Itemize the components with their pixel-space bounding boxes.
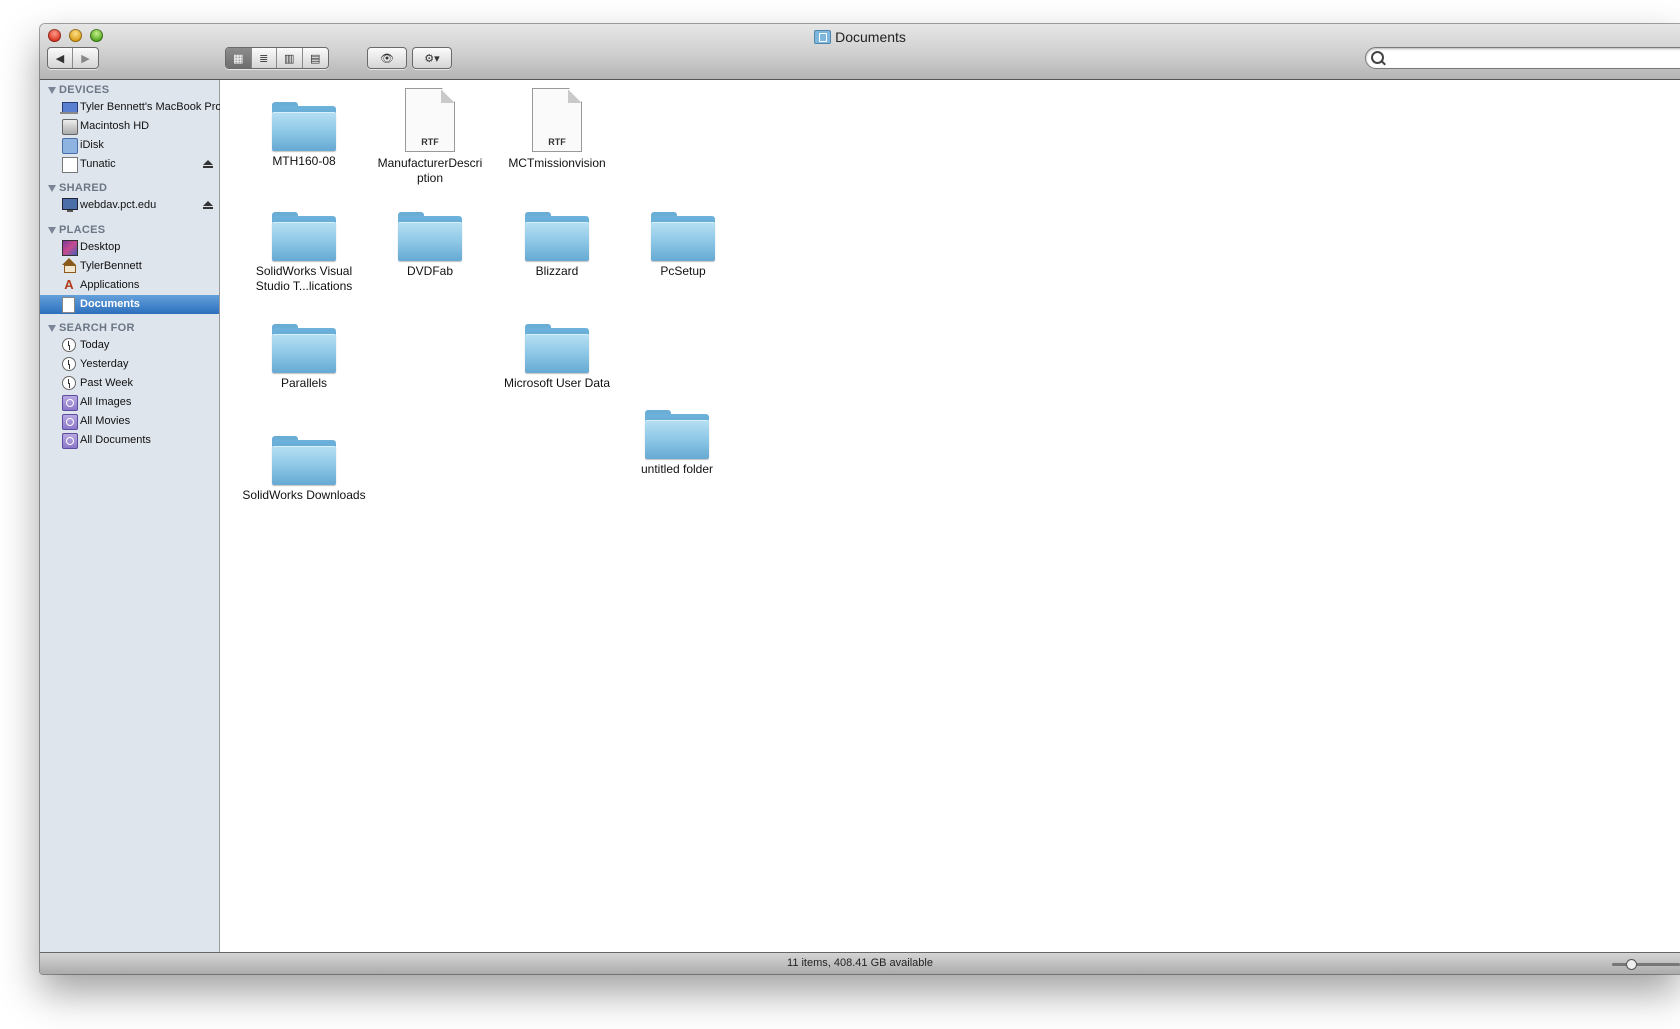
hard-drive-icon — [62, 119, 78, 135]
file-item[interactable]: SolidWorks Visual Studio T...lications — [239, 208, 369, 294]
sidebar-item-yesterday[interactable]: Yesterday — [40, 355, 219, 374]
file-item[interactable]: Blizzard — [492, 208, 622, 279]
sidebar-item-desktop[interactable]: Desktop — [40, 238, 219, 257]
disclosure-triangle-icon[interactable] — [48, 324, 56, 332]
folder-icon[interactable] — [272, 208, 336, 261]
file-name[interactable]: MTH160-08 — [239, 154, 369, 169]
clock-icon — [62, 376, 76, 390]
forward-button[interactable]: ▶ — [73, 48, 98, 68]
documents-folder-icon — [814, 30, 832, 44]
file-item[interactable]: Microsoft User Data — [492, 320, 622, 391]
folder-icon[interactable] — [525, 208, 589, 261]
sidebar-item-all-images[interactable]: All Images — [40, 393, 219, 412]
laptop-icon — [60, 102, 78, 114]
home-icon — [62, 258, 76, 273]
window-title-bar: Documents — [40, 28, 1680, 46]
quick-look-button[interactable]: 👁 — [368, 48, 406, 68]
file-item[interactable]: SolidWorks Downloads — [239, 432, 369, 503]
status-text: 11 items, 408.41 GB available — [787, 957, 933, 969]
smart-folder-icon — [62, 395, 78, 411]
back-button[interactable]: ◀ — [48, 48, 73, 68]
sidebar-item-webdav[interactable]: webdav.pct.edu — [40, 196, 219, 215]
file-name[interactable]: SolidWorks Downloads — [239, 488, 369, 503]
file-name[interactable]: SolidWorks Visual Studio T...lications — [239, 264, 369, 294]
search-field[interactable] — [1365, 47, 1680, 69]
icon-view-button[interactable]: ▦ — [226, 48, 252, 68]
sidebar-item-macbook-pro[interactable]: Tyler Bennett's MacBook Pro — [40, 98, 222, 117]
sidebar-heading-search-for[interactable]: SEARCH FOR — [48, 322, 135, 334]
applications-icon: A — [64, 277, 74, 292]
sidebar-heading-shared[interactable]: SHARED — [48, 182, 107, 194]
sidebar-heading-devices[interactable]: DEVICES — [48, 84, 109, 96]
file-item[interactable]: untitled folder — [612, 406, 742, 477]
smart-folder-icon — [62, 433, 78, 449]
action-menu-control: ⚙▾ — [412, 47, 452, 69]
list-view-button[interactable]: ≣ — [252, 48, 277, 68]
sidebar-item-tunatic[interactable]: Tunatic — [40, 155, 219, 174]
eject-icon[interactable] — [203, 201, 213, 209]
status-bar: 11 items, 408.41 GB available — [40, 952, 1680, 974]
quick-look-control: 👁 — [367, 47, 407, 69]
rtf-document-icon[interactable]: RTF — [405, 88, 455, 152]
sidebar-item-idisk[interactable]: iDisk — [40, 136, 219, 155]
disclosure-triangle-icon[interactable] — [48, 226, 56, 234]
documents-icon — [62, 297, 75, 313]
window-title: Documents — [835, 29, 906, 45]
folder-icon[interactable] — [651, 208, 715, 261]
sidebar-item-macintosh-hd[interactable]: Macintosh HD — [40, 117, 219, 136]
desktop-icon — [62, 240, 78, 256]
eject-icon[interactable] — [203, 160, 213, 168]
sidebar-item-documents[interactable]: Documents — [40, 295, 219, 314]
action-menu-button[interactable]: ⚙▾ — [413, 48, 451, 68]
folder-icon[interactable] — [525, 320, 589, 373]
file-name[interactable]: Blizzard — [492, 264, 622, 279]
sidebar-item-today[interactable]: Today — [40, 336, 219, 355]
disclosure-triangle-icon[interactable] — [48, 86, 56, 94]
file-item[interactable]: RTF MCTmissionvision — [492, 88, 622, 171]
idisk-icon — [62, 138, 78, 154]
folder-icon[interactable] — [398, 208, 462, 261]
folder-icon[interactable] — [272, 320, 336, 373]
sidebar-heading-places[interactable]: PLACES — [48, 224, 105, 236]
file-item[interactable]: PcSetup — [618, 208, 748, 279]
clock-icon — [62, 357, 76, 371]
slider-knob[interactable] — [1626, 959, 1637, 970]
file-item[interactable]: Parallels — [239, 320, 369, 391]
sidebar-item-all-movies[interactable]: All Movies — [40, 412, 219, 431]
back-forward-control: ◀ ▶ — [47, 47, 99, 69]
file-name[interactable]: ManufacturerDescri ption — [365, 156, 495, 186]
file-name[interactable]: Microsoft User Data — [492, 376, 622, 391]
toolbar: Documents ◀ ▶ ▦ ≣ ▥ ▤ 👁 ⚙▾ — [40, 24, 1680, 80]
sidebar-item-home[interactable]: TylerBennett — [40, 257, 219, 276]
cover-flow-button[interactable]: ▤ — [303, 48, 329, 68]
sidebar-item-all-documents[interactable]: All Documents — [40, 431, 219, 450]
file-item[interactable]: DVDFab — [365, 208, 495, 279]
folder-icon[interactable] — [645, 406, 709, 459]
search-input[interactable] — [1388, 49, 1680, 67]
clock-icon — [62, 338, 76, 352]
file-name[interactable]: Parallels — [239, 376, 369, 391]
sidebar: DEVICES Tyler Bennett's MacBook Pro Maci… — [40, 80, 222, 952]
view-mode-control: ▦ ≣ ▥ ▤ — [225, 47, 329, 69]
disclosure-triangle-icon[interactable] — [48, 184, 56, 192]
file-item[interactable]: MTH160-08 — [239, 98, 369, 169]
search-icon — [1371, 51, 1384, 64]
column-view-button[interactable]: ▥ — [277, 48, 303, 68]
file-name[interactable]: untitled folder — [612, 462, 742, 477]
sidebar-item-applications[interactable]: A Applications — [40, 276, 219, 295]
volume-icon — [62, 157, 78, 173]
network-server-icon — [62, 198, 78, 212]
file-item[interactable]: RTF ManufacturerDescri ption — [365, 88, 495, 186]
file-browser-content[interactable]: MTH160-08 RTF ManufacturerDescri ption R… — [220, 80, 1680, 952]
folder-icon[interactable] — [272, 98, 336, 151]
smart-folder-icon — [62, 414, 78, 430]
file-name[interactable]: MCTmissionvision — [492, 156, 622, 171]
sidebar-item-past-week[interactable]: Past Week — [40, 374, 219, 393]
icon-size-slider[interactable] — [1612, 959, 1680, 970]
rtf-document-icon[interactable]: RTF — [532, 88, 582, 152]
folder-icon[interactable] — [272, 432, 336, 485]
finder-window: Documents ◀ ▶ ▦ ≣ ▥ ▤ 👁 ⚙▾ DEVICES Tyler… — [40, 24, 1680, 974]
file-name[interactable]: DVDFab — [365, 264, 495, 279]
file-name[interactable]: PcSetup — [618, 264, 748, 279]
